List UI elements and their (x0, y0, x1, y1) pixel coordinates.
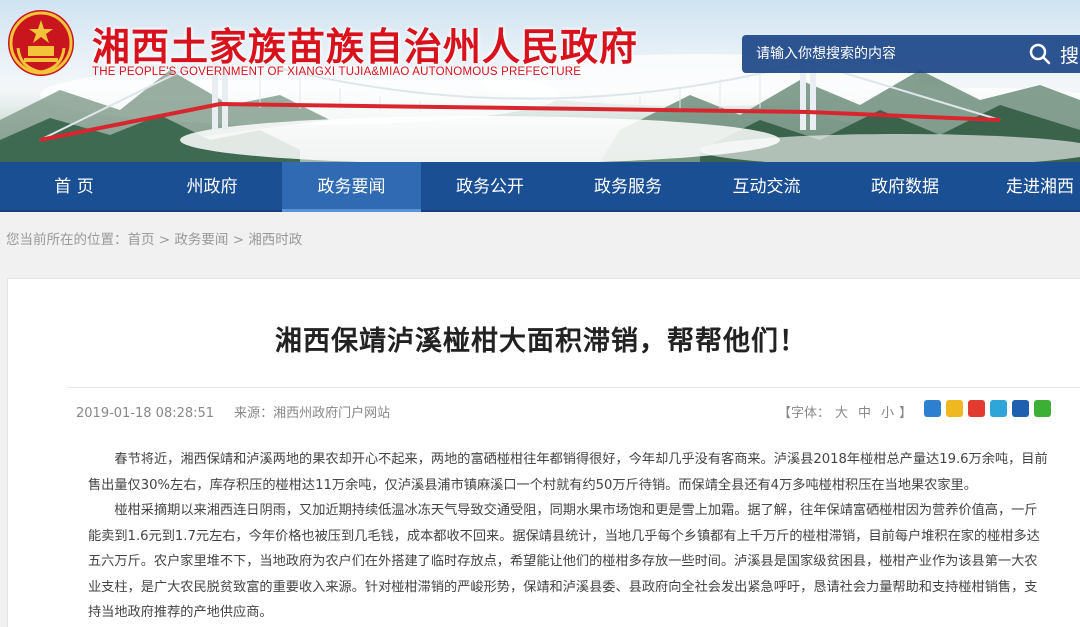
site-title[interactable]: 湘西土家族苗族自治州人民政府 (92, 16, 638, 71)
qzone-icon[interactable] (924, 400, 941, 417)
nav-item-government[interactable]: 州政府 (142, 162, 282, 212)
search-bar: 搜 (742, 35, 1080, 73)
article-paragraph: 春节将近，湘西保靖和泸溪两地的果农却开心不起来，两地的富硒椪柑往年都销得很好，今… (88, 452, 1048, 493)
breadcrumb-separator: > (158, 232, 171, 248)
search-button[interactable]: 搜 (1060, 41, 1079, 68)
search-input[interactable] (756, 44, 1006, 64)
font-size-small[interactable]: 小 (881, 406, 894, 421)
nav-item-home[interactable]: 首 页 (0, 162, 148, 212)
font-size-medium[interactable]: 中 (858, 406, 871, 421)
nav-item-affairs-service[interactable]: 政务服务 (559, 162, 697, 212)
font-size-large[interactable]: 大 (835, 406, 848, 421)
font-size-control: 【字体： 大中小】 (778, 402, 912, 421)
article-source: 来源：湘西州政府门户网站 (234, 406, 391, 421)
wechat-icon[interactable] (1034, 400, 1051, 417)
breadcrumb-current[interactable]: 湘西时政 (248, 232, 302, 248)
renren-icon[interactable] (1012, 400, 1029, 417)
article-body: 春节将近，湘西保靖和泸溪两地的果农却开心不起来，两地的富硒椪柑往年都销得很好，今… (88, 447, 1048, 626)
article-paragraph: 椪柑采摘期以来湘西连日阴雨，又加近期持续低温冰冻天气导致交通受阻，同期水果市场饱… (88, 503, 1040, 620)
font-size-label: 【字体： (778, 406, 831, 421)
nav-item-data[interactable]: 政府数据 (836, 162, 974, 212)
wechat-moments-icon[interactable] (946, 400, 963, 417)
nav-item-about-xiangxi[interactable]: 走进湘西 (974, 162, 1080, 212)
article-title: 湘西保靖泸溪椪柑大面积滞销，帮帮他们！ (275, 326, 807, 357)
divider (68, 387, 1080, 388)
tencent-icon[interactable] (990, 400, 1007, 417)
breadcrumb: 您当前所在的位置：首页 > 政务要闻 > 湘西时政 (6, 228, 302, 248)
breadcrumb-home[interactable]: 首页 (128, 232, 155, 248)
breadcrumb-prefix: 您当前所在的位置： (6, 232, 128, 248)
breadcrumb-news[interactable]: 政务要闻 (174, 232, 228, 248)
nav-item-affairs-public[interactable]: 政务公开 (421, 162, 559, 212)
article-meta: 2019-01-18 08:28:51 来源：湘西州政府门户网站 (76, 402, 390, 421)
main-nav: 首 页 州政府 政务要闻 政务公开 政务服务 互动交流 政府数据 走进湘西 (0, 162, 1080, 212)
article-panel: 湘西保靖泸溪椪柑大面积滞销，帮帮他们！ 2019-01-18 08:28:51 来… (7, 278, 1080, 627)
header-banner: 湘西土家族苗族自治州人民政府 THE PEOPLE'S GOVERNMENT O… (0, 0, 1080, 162)
search-icon[interactable] (1028, 42, 1052, 66)
weibo-icon[interactable] (968, 400, 985, 417)
font-size-label-close: 】 (899, 406, 913, 421)
site-subtitle: THE PEOPLE'S GOVERNMENT OF XIANGXI TUJIA… (92, 66, 582, 78)
national-emblem-icon (8, 10, 74, 76)
breadcrumb-separator: > (232, 232, 245, 248)
publish-date: 2019-01-18 08:28:51 (76, 406, 215, 421)
nav-item-interaction[interactable]: 互动交流 (697, 162, 836, 212)
nav-item-news[interactable]: 政务要闻 (282, 162, 421, 212)
